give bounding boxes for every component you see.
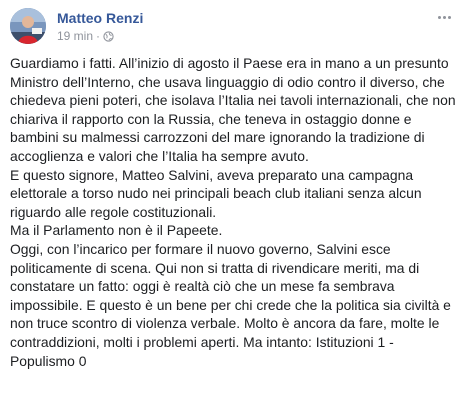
meta-separator: · <box>96 29 101 43</box>
avatar[interactable] <box>10 8 46 44</box>
post-paragraph: Ma il Parlamento non è il Papeete. <box>10 222 223 239</box>
globe-icon[interactable] <box>103 30 114 42</box>
facebook-post: Matteo Renzi 19 min · Guardiamo i fatti.… <box>0 0 468 407</box>
post-paragraph: E questo signore, Matteo Salvini, aveva … <box>10 166 422 220</box>
author-name[interactable]: Matteo Renzi <box>57 10 143 26</box>
more-options-icon[interactable] <box>434 10 454 24</box>
post-body: Guardiamo i fatti. All’inizio di agosto … <box>10 54 462 370</box>
post-paragraph: Oggi, con l’incarico per formare il nuov… <box>10 240 451 369</box>
profile-avatar-image <box>10 8 46 44</box>
post-meta: 19 min · <box>57 29 114 43</box>
post-header: Matteo Renzi 19 min · <box>10 6 458 46</box>
post-timestamp[interactable]: 19 min <box>57 29 93 43</box>
post-paragraph: Guardiamo i fatti. All’inizio di agosto … <box>10 55 456 164</box>
